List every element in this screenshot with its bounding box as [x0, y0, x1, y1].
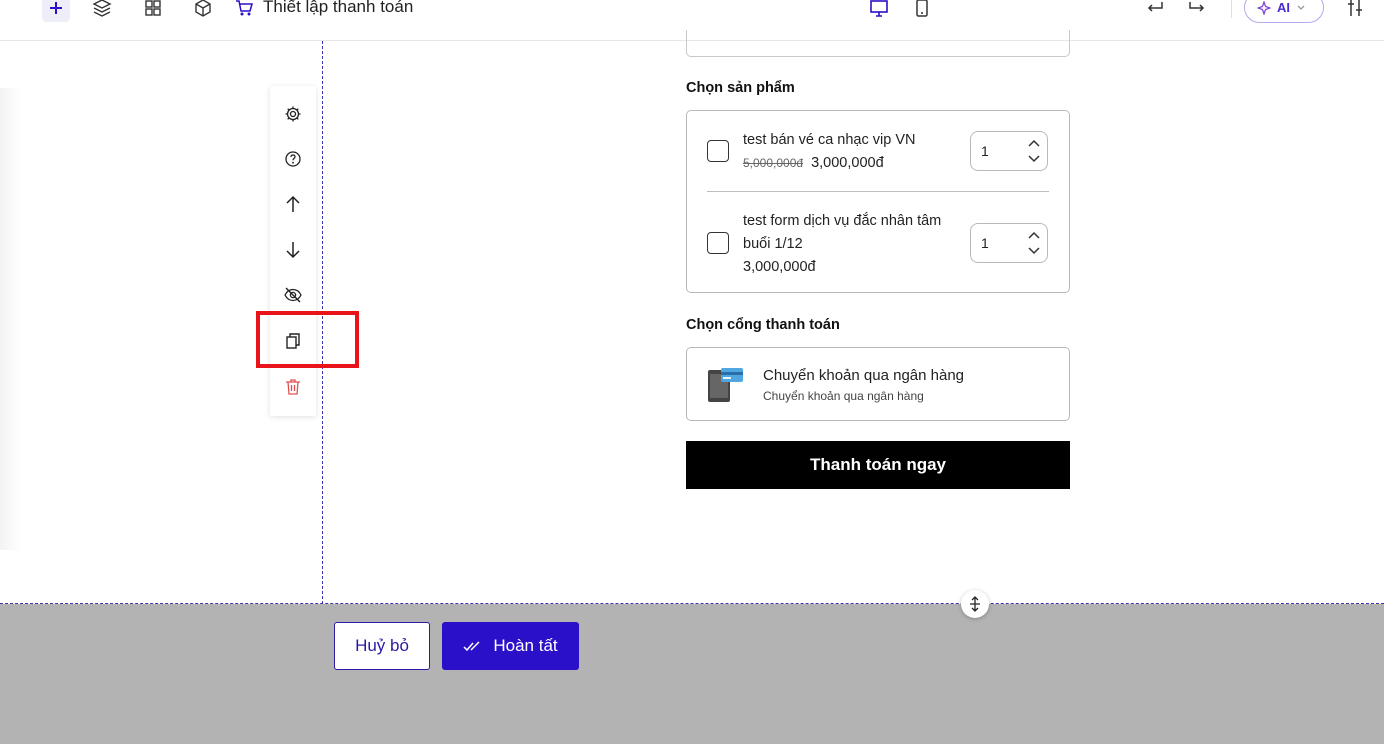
redo-icon: [1189, 2, 1205, 12]
product-section-label: Chọn sản phẩm: [686, 80, 795, 96]
redo-button[interactable]: [1183, 0, 1211, 22]
gear-icon: [285, 106, 301, 122]
ai-button[interactable]: AI: [1244, 0, 1324, 23]
help-icon: [285, 151, 301, 167]
product-1-old-price: 5,000,000đ: [743, 156, 804, 170]
element-settings-button[interactable]: [270, 99, 316, 129]
settings-button[interactable]: [1341, 0, 1369, 22]
hide-element-button[interactable]: [270, 280, 316, 310]
sections-button[interactable]: [139, 0, 167, 22]
cart-icon: [236, 0, 253, 16]
toolbar-divider: [1231, 0, 1232, 18]
cube-icon: [195, 0, 211, 17]
resize-vertical-icon: [970, 596, 980, 612]
double-check-icon: [463, 641, 480, 652]
product-2-name-line2: buổi 1/12: [743, 236, 803, 252]
done-label: Hoàn tất: [493, 636, 558, 655]
undo-button[interactable]: [1141, 0, 1169, 22]
product-1-price-row: 5,000,000đ 3,000,000đ: [743, 152, 884, 175]
chevron-down-icon: [1028, 155, 1040, 163]
product-2-name-line1: test form dịch vụ đắc nhân tâm: [743, 213, 942, 229]
grid-icon: [145, 0, 161, 16]
product-1-quantity-stepper[interactable]: 1: [970, 131, 1048, 171]
arrow-up-icon: [286, 195, 300, 212]
previous-field-box[interactable]: [686, 30, 1070, 57]
section-resize-handle[interactable]: [961, 590, 989, 618]
gateway-title: Chuyển khoản qua ngân hàng: [763, 367, 965, 384]
gateway-subtitle: Chuyển khoản qua ngân hàng: [763, 389, 924, 403]
product-divider: [707, 191, 1049, 192]
product-2-checkbox[interactable]: [707, 232, 729, 254]
done-button[interactable]: Hoàn tất: [442, 622, 579, 670]
layers-button[interactable]: [88, 0, 116, 22]
quantity-decrease-button[interactable]: [1027, 245, 1041, 257]
horizontal-guide-line: [0, 603, 1384, 604]
bank-transfer-icon: [708, 368, 743, 402]
plus-icon: [50, 2, 62, 14]
quantity-increase-button[interactable]: [1027, 137, 1041, 149]
gateway-section-label: Chọn cổng thanh toán: [686, 317, 840, 333]
highlight-annotation: [256, 311, 359, 368]
trash-icon: [286, 379, 300, 395]
chevron-down-icon: [1028, 247, 1040, 255]
cart-button[interactable]: [230, 0, 258, 22]
chevron-down-icon: [1297, 5, 1305, 10]
cancel-button[interactable]: Huỷ bỏ: [334, 622, 430, 670]
page-title: Thiết lập thanh toán: [263, 0, 414, 16]
product-1-quantity-value: 1: [981, 143, 989, 159]
quantity-decrease-button[interactable]: [1027, 153, 1041, 165]
quantity-increase-button[interactable]: [1027, 229, 1041, 241]
product-2-quantity-value: 1: [981, 235, 989, 251]
components-button[interactable]: [189, 0, 217, 22]
desktop-view-button[interactable]: [865, 0, 893, 22]
settings-sliders-icon: [1348, 0, 1362, 16]
layers-icon: [92, 0, 112, 17]
ai-label: AI: [1277, 0, 1290, 15]
left-panel-edge: [0, 88, 22, 550]
product-1-name: test bán vé ca nhạc vip VN: [743, 132, 916, 148]
add-element-button[interactable]: [42, 0, 70, 22]
undo-icon: [1147, 2, 1163, 12]
product-2-price: 3,000,000đ: [743, 259, 816, 275]
move-up-button[interactable]: [270, 189, 316, 219]
arrow-down-icon: [286, 242, 300, 259]
payment-gateway-option[interactable]: Chuyển khoản qua ngân hàng Chuyển khoản …: [686, 347, 1070, 421]
pay-now-button[interactable]: Thanh toán ngay: [686, 441, 1070, 489]
eye-off-icon: [284, 287, 302, 303]
product-list: test bán vé ca nhạc vip VN 5,000,000đ 3,0…: [686, 110, 1070, 293]
footer-bar: [0, 604, 1384, 744]
product-1-price: 3,000,000đ: [811, 155, 884, 171]
move-down-button[interactable]: [270, 235, 316, 265]
delete-element-button[interactable]: [270, 372, 316, 402]
chevron-up-icon: [1028, 231, 1040, 239]
product-2-quantity-stepper[interactable]: 1: [970, 223, 1048, 263]
desktop-icon: [870, 0, 888, 17]
product-1-checkbox[interactable]: [707, 140, 729, 162]
element-help-button[interactable]: [270, 144, 316, 174]
mobile-view-button[interactable]: [908, 0, 936, 22]
chevron-up-icon: [1028, 139, 1040, 147]
mobile-icon: [916, 0, 928, 17]
sparkle-icon: [1257, 0, 1271, 15]
